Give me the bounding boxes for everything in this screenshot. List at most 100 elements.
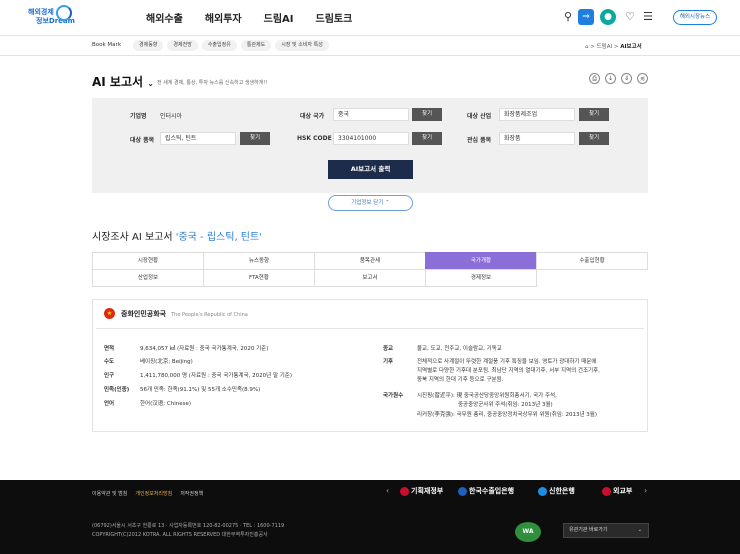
leader-line: 중공중앙군사위 주석(취임: 2013년 3월) [458, 402, 553, 408]
tab-news[interactable]: 뉴스동향 [203, 252, 315, 270]
globe-icon [56, 5, 72, 21]
info-key: 민족(인종) [104, 387, 130, 393]
country-name: 중화인민공화국 The People's Republic of China [121, 309, 248, 319]
company-label: 기업명 [130, 113, 147, 120]
nav-invest[interactable]: 해외투자 [205, 10, 242, 25]
industry-label: 대상 산업 [467, 113, 492, 120]
page-description: 전 세계 경제, 통상, 투자 뉴스를 신속하고 생생하게!! [157, 80, 268, 86]
login-icon[interactable]: ⇒ [578, 9, 594, 25]
chevron-up-icon: ⌃ [385, 200, 390, 206]
info-key: 기후 [383, 359, 394, 365]
industry-field[interactable]: 화장품제조업 [499, 108, 575, 121]
chevron-right-icon[interactable]: › [644, 486, 647, 495]
interest-find-button[interactable]: 찾기 [579, 132, 609, 145]
search-icon[interactable]: ⚲ [560, 9, 576, 25]
climate-line: 전체적으로 사계절이 뚜렷한 계절풍 기후 특징을 보임. 영토가 광대하기 때… [417, 359, 597, 365]
bookmark-chip[interactable]: 경제전망 [167, 40, 198, 51]
leader-line: 리커창(李克强): 국무원 총리, 중공중앙정치국상무위 위원(취임: 2013… [417, 412, 597, 418]
product-label: 대상 품목 [130, 137, 155, 144]
nav-export[interactable]: 해외수출 [146, 10, 183, 25]
leader-line: 시진핑(習近平): 現 중국공산당중앙위원회총서기, 국가 주석, [417, 393, 557, 399]
web-accessibility-mark: WA [515, 522, 541, 542]
related-sites-select[interactable]: 유관기관 바로가기 ⌄ [563, 523, 649, 538]
industry-find-button[interactable]: 찾기 [579, 108, 609, 121]
download-icon[interactable]: ↓ [605, 73, 616, 84]
partner-name: 신한은행 [549, 487, 575, 495]
save-icon[interactable]: ⇓ [621, 73, 632, 84]
footer-link-copyright[interactable]: 저작권정책 [180, 490, 203, 497]
footer-link-terms[interactable]: 이용약관 및 범침 [92, 490, 127, 497]
country-label: 대상 국가 [300, 113, 325, 120]
partner-kexim[interactable]: 한국수출입은행 [458, 486, 514, 496]
page-title-text: AI 보고서 [92, 75, 144, 89]
tab-trade-status[interactable]: 수출입현황 [536, 252, 648, 270]
hs-code-find-button[interactable]: 찾기 [412, 132, 442, 145]
info-key: 인구 [104, 373, 115, 379]
tab-industry-info[interactable]: 산업정보 [92, 269, 204, 287]
section-title-highlight: '중국 - 립스틱, 틴트' [175, 232, 262, 243]
footer-link-privacy[interactable]: 개인정보처리방침 [135, 490, 172, 497]
info-key: 수도 [104, 359, 115, 365]
info-key: 언어 [104, 401, 115, 407]
print-icon[interactable]: ⎙ [589, 73, 600, 84]
overseas-news-button[interactable]: 해외시장뉴스 [673, 10, 717, 25]
partner-name: 한국수출입은행 [469, 487, 515, 495]
partner-logos: ‹ 기획재정부 한국수출입은행 신한은행 외교부 › [386, 486, 648, 500]
info-key: 종교 [383, 346, 394, 352]
info-value: 한어(汉语; Chinese) [140, 401, 191, 407]
china-flag-icon: ★ [104, 308, 115, 319]
bookmark-bar: Book Mark 경제동향 경제전망 수출입정유 통관제도 시장 및 소비자 … [0, 36, 740, 56]
product-field[interactable]: 립스틱, 틴트 [160, 132, 236, 145]
partner-moef[interactable]: 기획재정부 [400, 486, 443, 496]
chevron-left-icon[interactable]: ‹ [386, 486, 389, 495]
partner-mofa[interactable]: 외교부 [602, 486, 632, 496]
share-icon[interactable]: ≲ [637, 73, 648, 84]
tab-fta[interactable]: FTA현황 [203, 269, 315, 287]
footer-address: (06792)서울시 서초구 헌릉로 13 · 사업자등록번호 120-82-0… [92, 523, 285, 529]
ai-report-run-button[interactable]: AI보고서 출력 [328, 160, 413, 179]
bookmark-chip[interactable]: 시장 및 소비자 특성 [275, 40, 329, 51]
tab-tariff[interactable]: 품목관세 [314, 252, 426, 270]
home-icon[interactable]: ⌂ [585, 44, 589, 50]
bookmark-chips: 경제동향 경제전망 수출입정유 통관제도 시장 및 소비자 특성 [133, 40, 333, 51]
menu-icon[interactable]: ☰ [640, 9, 656, 25]
user-icon[interactable]: ● [600, 9, 616, 25]
page-title[interactable]: AI 보고서 ⌄ [92, 73, 154, 90]
product-find-button[interactable]: 찾기 [240, 132, 270, 145]
bookmark-chip[interactable]: 경제동향 [133, 40, 164, 51]
bookmark-chip[interactable]: 수출입정유 [201, 40, 237, 51]
hs-code-field[interactable]: 3304101000 [333, 132, 409, 145]
country-field[interactable]: 중국 [333, 108, 409, 121]
nav-dream-ai[interactable]: 드림AI [264, 10, 294, 25]
breadcrumb-current: AI보고서 [620, 44, 642, 50]
chevron-down-icon: ⌄ [147, 79, 154, 88]
tab-report[interactable]: 보고서 [314, 269, 426, 287]
report-tabs: 시장현황 뉴스동향 품목관세 국가개황 수출입현황 산업정보 FTA현황 보고서… [92, 252, 648, 288]
tab-economy-info[interactable]: 경제정보 [425, 269, 537, 287]
nav-dream-talk[interactable]: 드림토크 [316, 10, 353, 25]
site-logo[interactable]: 해외경제 정보Dream [28, 5, 75, 31]
main-nav: 해외수출 해외투자 드림AI 드림토크 [146, 10, 374, 25]
partner-name: 외교부 [613, 487, 633, 495]
kexim-icon [458, 486, 467, 496]
toggle-label: 기업정보 닫기 [351, 200, 384, 206]
taegeuk-icon [602, 486, 611, 496]
partner-name: 기획재정부 [411, 487, 444, 495]
tab-market-status[interactable]: 시장현황 [92, 252, 204, 270]
footer-info: (06792)서울시 서초구 헌릉로 13 · 사업자등록번호 120-82-0… [92, 522, 284, 540]
chevron-down-icon: ⌄ [637, 527, 642, 533]
tab-country-overview[interactable]: 국가개황 [425, 252, 537, 270]
country-find-button[interactable]: 찾기 [412, 108, 442, 121]
partner-shinhan[interactable]: 신한은행 [538, 486, 575, 496]
company-info-toggle-button[interactable]: 기업정보 닫기 ⌃ [328, 195, 413, 211]
breadcrumb: ⌂ > 드림AI > AI보고서 [585, 44, 642, 50]
heart-icon[interactable]: ♡ [622, 9, 638, 25]
bookmark-chip[interactable]: 통관제도 [240, 40, 272, 51]
country-name-en: The People's Republic of China [171, 312, 248, 318]
interest-field[interactable]: 화장품 [499, 132, 575, 145]
info-key: 국가원수 [383, 393, 404, 399]
page-tools: ⎙ ↓ ⇓ ≲ [589, 73, 653, 84]
taegeuk-icon [400, 486, 409, 496]
breadcrumb-mid[interactable]: 드림AI [597, 44, 613, 50]
hs-code-label: HSK CODE [297, 135, 332, 142]
